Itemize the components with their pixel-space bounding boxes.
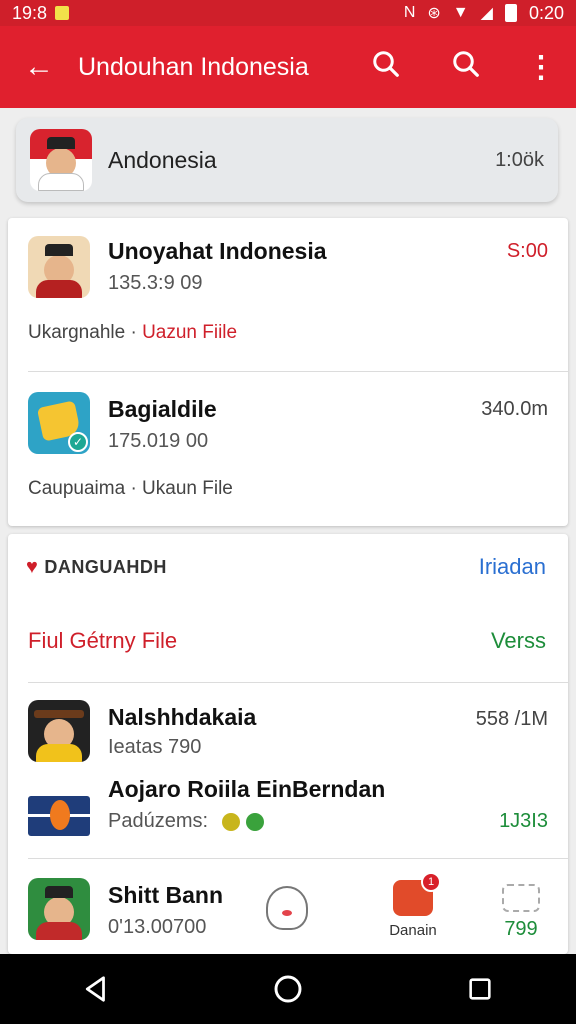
downloads-card: Unoyahat Indonesia 135.3:9 09 S:00 Ukarg… <box>8 218 568 526</box>
app-icon: ✓ <box>28 392 90 454</box>
list-item[interactable]: Aojaro Roiila EinBerndan Padúzems: 1J3I3 <box>8 774 568 858</box>
sim-icon <box>55 6 70 20</box>
search-result-size: 1:0ök <box>495 148 544 171</box>
item-meta-prefix: Ukargnahle · <box>28 322 137 343</box>
section-card: ♥ DANGUAHDH Iriadan Fiul Gétrny File Ver… <box>8 534 568 954</box>
body-icon <box>36 280 82 298</box>
flag-icon <box>28 796 90 836</box>
location-pin-icon: ♥ <box>26 556 39 578</box>
item-right-value: 558 /1M <box>475 708 548 730</box>
system-nav-bar <box>0 954 576 1024</box>
status-bar: 19:8 N ⊛ ▼ ◢ 0:20 <box>0 0 576 26</box>
item-title: Unoyahat Indonesia <box>108 238 327 264</box>
search-icon[interactable] <box>426 49 506 86</box>
nfc-icon: N <box>403 4 416 21</box>
avatar <box>28 236 90 298</box>
avatar <box>30 129 92 191</box>
nav-recents-icon[interactable] <box>450 959 510 1019</box>
section-link[interactable]: Iriadan <box>479 554 546 580</box>
section-header-label: DANGUAHDH <box>44 557 167 577</box>
search-result-name: Andonesia <box>108 146 217 173</box>
list-item[interactable]: Unoyahat Indonesia 135.3:9 09 S:00 Ukarg… <box>8 218 568 370</box>
category-label[interactable]: Fiul Gétrny File <box>28 628 177 654</box>
divider <box>28 858 568 859</box>
back-arrow-icon[interactable]: ← <box>0 50 78 84</box>
item-subtitle: Padúzems: <box>108 810 264 833</box>
more-vert-icon[interactable]: ⋮ <box>506 50 576 85</box>
item-subtitle: Ieatas 790 <box>108 736 202 758</box>
body-icon <box>38 173 84 191</box>
grid-icon <box>502 884 540 912</box>
signal-icon: ◢ <box>480 5 493 22</box>
item-meta: Ukargnahle · Uazun Fiile <box>28 322 237 344</box>
search-icon[interactable] <box>346 49 426 86</box>
item-title: Shitt Bann <box>108 882 223 908</box>
body-icon <box>36 744 82 762</box>
avatar <box>28 878 90 940</box>
item-title: Nalshhdakaia <box>108 704 257 730</box>
app-bar: ← Undouhan Indonesia ⋮ <box>0 26 576 108</box>
item-meta: Caupuaima · Ukaun File <box>28 478 233 499</box>
home-label: Danain <box>389 922 437 939</box>
page-title: Undouhan Indonesia <box>78 52 309 81</box>
notification-badge: 1 <box>421 872 441 892</box>
nav-home-icon[interactable] <box>258 959 318 1019</box>
section-header: ♥ DANGUAHDH <box>26 556 167 579</box>
item-subtitle: 175.019 00 <box>108 430 209 452</box>
item-right-value: S:00 <box>506 240 548 262</box>
home-shortcut[interactable]: 1 Danain <box>382 872 444 939</box>
item-subtitle: 135.3:9 09 <box>108 272 203 294</box>
item-title: Aojaro Roiila EinBerndan <box>108 776 386 802</box>
status-time-right: 0:20 <box>528 2 564 23</box>
item-subtitle: 0'13.00700 <box>108 916 207 938</box>
grid-shortcut[interactable]: 799 <box>496 884 546 941</box>
vibrate-icon: ⊛ <box>427 5 441 22</box>
category-right-label[interactable]: Verss <box>491 628 546 654</box>
item-subtitle-text: Padúzems: <box>108 810 209 832</box>
hat-icon <box>34 710 84 718</box>
badge-green-icon <box>245 812 264 831</box>
status-time: 19:8 <box>12 2 48 23</box>
home-icon: 1 <box>393 872 441 916</box>
search-result-card[interactable]: Andonesia 1:0ök <box>16 118 558 202</box>
cap-icon <box>47 137 75 149</box>
item-right-value: 340.0m <box>481 398 548 420</box>
cap-icon <box>45 244 73 256</box>
battery-icon <box>504 4 517 22</box>
body-icon <box>36 922 82 940</box>
item-meta-link[interactable]: Uazun Fiile <box>142 322 237 343</box>
badge-icons <box>221 812 264 831</box>
wifi-icon: ▼ <box>452 4 469 21</box>
badge-yellow-icon <box>221 812 240 831</box>
list-item[interactable]: Nalshhdakaia Ieatas 790 558 /1M <box>8 684 568 776</box>
nav-back-icon[interactable] <box>66 959 126 1019</box>
item-right-value: 1J3I3 <box>499 810 548 832</box>
item-title: Bagialdile <box>108 396 217 422</box>
list-item[interactable]: ✓ Bagialdile 175.019 00 340.0m Caupuaima… <box>8 372 568 526</box>
grid-value: 799 <box>504 918 538 940</box>
ghost-icon[interactable] <box>266 886 308 930</box>
avatar <box>28 700 90 762</box>
cap-icon <box>45 886 73 898</box>
check-icon: ✓ <box>68 432 88 452</box>
divider <box>28 682 568 683</box>
